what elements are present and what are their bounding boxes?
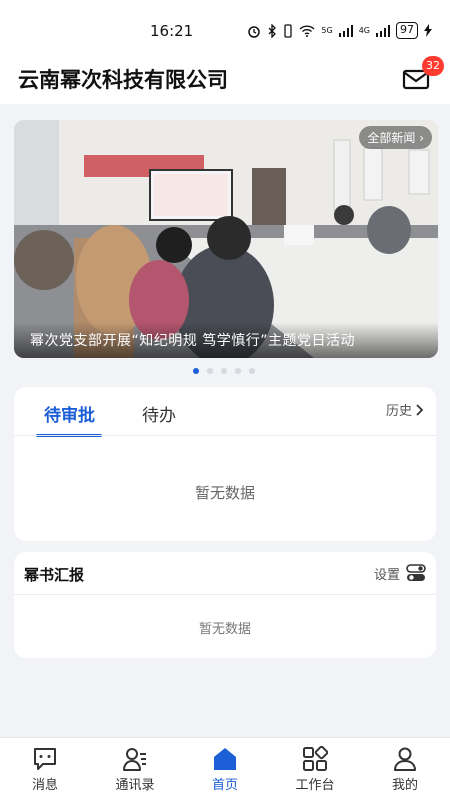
card-divider [14,435,436,436]
history-label: 历史 [385,404,412,419]
banner-caption-bar: 幂次党支部开展“知纪明规 笃学慎行”主题党日活动 [14,322,438,358]
approval-empty-state: 暂无数据 [194,484,255,502]
nav-label: 工作台 [295,778,335,793]
signal-icon-2 [376,24,390,37]
tab-todo[interactable]: 待办 [142,401,176,426]
settings-label: 设置 [373,567,400,583]
banner-pagination[interactable] [193,368,255,374]
pagination-dot[interactable] [221,368,227,374]
contacts-icon [123,748,146,771]
toggle-settings-icon [406,564,426,581]
report-title: 幂书汇报 [24,566,85,584]
pagination-dot-active[interactable] [193,368,199,374]
nav-label: 首页 [211,778,238,793]
battery-indicator: 97 [396,22,418,39]
signal-label-4g: 4G [358,26,370,35]
pagination-dot[interactable] [207,368,213,374]
signal-icon [338,24,353,37]
app-header: 云南幂次科技有限公司 32 [0,56,450,104]
company-title: 云南幂次科技有限公司 [18,68,228,92]
bottom-nav: 消息 通讯录 首页 工作台 我的 [0,737,450,800]
profile-icon [394,747,416,771]
status-bar: 16:21 5G 4G 97 [0,0,450,58]
approval-card: 待审批 待办 历史 暂无数据 [14,387,436,541]
status-time: 16:21 [150,22,194,40]
mail-button[interactable]: 32 [402,56,444,92]
report-card: 幂书汇报 设置 暂无数据 [14,552,436,658]
pagination-dot[interactable] [249,368,255,374]
nav-item-workbench[interactable]: 工作台 [270,738,360,800]
pagination-dot[interactable] [235,368,241,374]
nav-item-messages[interactable]: 消息 [0,738,90,800]
tab-pending-approval[interactable]: 待审批 [44,401,95,426]
banner-caption: 幂次党支部开展“知纪明规 笃学慎行”主题党日活动 [30,333,355,349]
home-icon [214,748,236,770]
nav-label: 消息 [31,778,58,793]
card-divider [14,594,436,595]
nav-item-profile[interactable]: 我的 [360,738,450,800]
vibrate-icon [284,23,293,38]
all-news-label: 全部新闻 [367,131,416,145]
nav-item-home[interactable]: 首页 [180,738,270,800]
signal-label-5g: 5G [321,26,333,35]
bluetooth-icon [268,23,277,38]
workbench-icon [303,746,328,771]
charging-icon [424,24,432,37]
chevron-right-icon [416,403,424,416]
chevron-right-icon: › [419,131,424,145]
nav-label: 我的 [391,778,418,793]
news-banner[interactable]: 全部新闻 › 幂次党支部开展“知纪明规 笃学慎行”主题党日活动 [14,120,438,358]
wifi-icon [299,24,315,37]
unread-badge: 32 [422,56,444,76]
nav-item-contacts[interactable]: 通讯录 [90,738,180,800]
alarm-icon [248,25,261,38]
message-icon [34,748,56,770]
report-settings-button[interactable]: 设置 [374,563,426,583]
report-empty-state: 暂无数据 [198,622,251,637]
nav-label: 通讯录 [115,778,155,793]
history-link[interactable]: 历史 [386,400,424,419]
all-news-link[interactable]: 全部新闻 › [359,126,432,149]
status-icons: 5G 4G 97 [247,22,432,39]
